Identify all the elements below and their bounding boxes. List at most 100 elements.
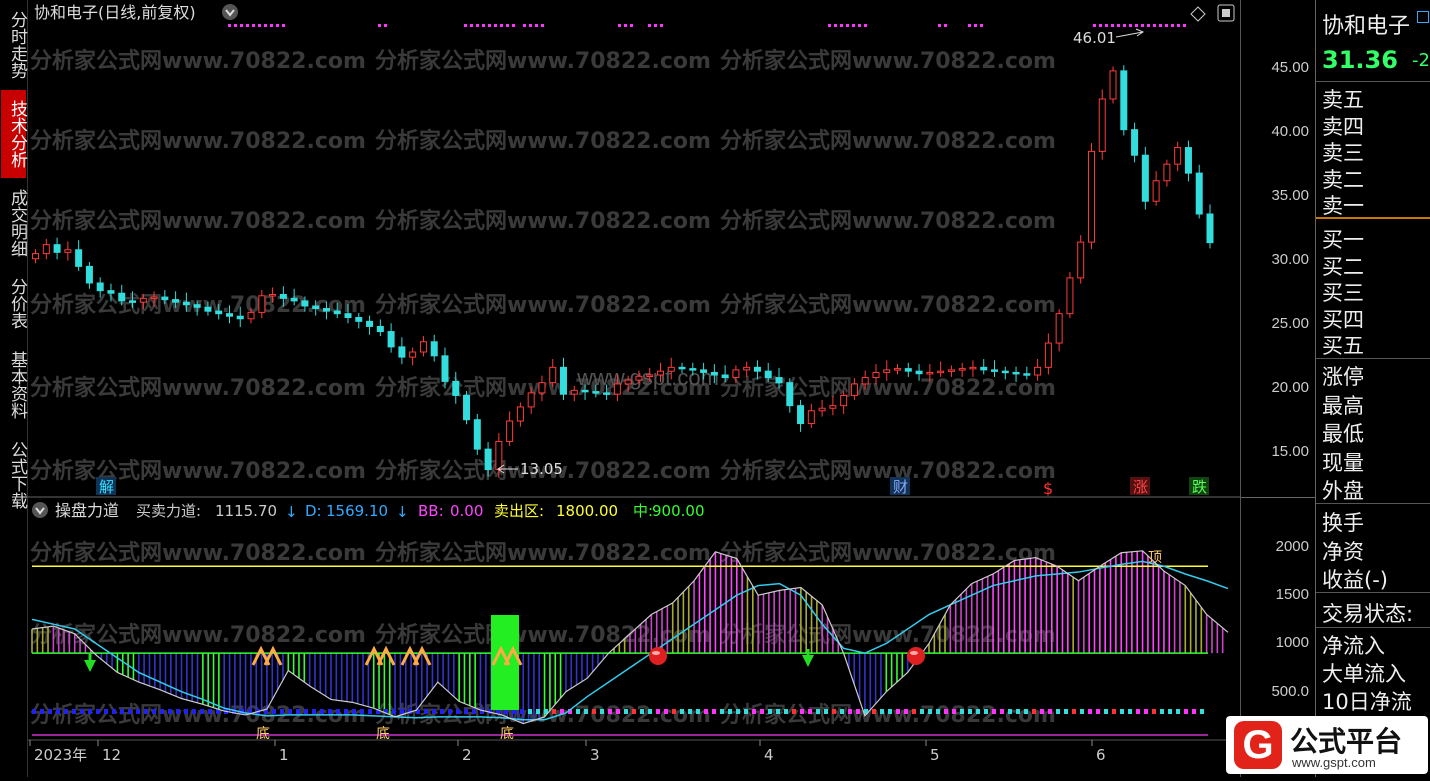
signal-dot [840, 24, 843, 27]
candle-body [139, 297, 147, 303]
baseline-dot [808, 709, 812, 714]
signal-dot [282, 24, 285, 27]
candle-body [1141, 154, 1149, 202]
candle-body [301, 300, 309, 307]
stat-row: 外盘 [1322, 479, 1364, 503]
candle-body [700, 369, 708, 373]
indicator-name[interactable]: 操盘力道 [55, 501, 119, 520]
chart-canvas[interactable]: 分析家公式网www.70822.com 分析家公式网www.70822.com 分析… [28, 0, 1240, 777]
signal-dot [1183, 24, 1186, 27]
candle-body [182, 301, 190, 306]
title-dropdown-icon[interactable] [222, 4, 238, 20]
baseline-dot [288, 709, 292, 714]
tab-formula-download[interactable]: 公式下载 [1, 432, 27, 518]
candle-body [527, 392, 535, 408]
candle-body [269, 294, 277, 297]
baseline-dot [664, 709, 668, 714]
indicator-dropdown-icon[interactable] [32, 502, 48, 518]
baseline-dot [96, 709, 100, 714]
signal-dot [1177, 24, 1180, 27]
event-marker-dollar[interactable]: $ [1043, 479, 1053, 498]
baseline-dot [344, 709, 348, 714]
baseline-dot [48, 709, 52, 714]
baseline-dot [176, 709, 180, 714]
baseline-dot [760, 709, 764, 714]
x-tick-label: 1 [279, 746, 289, 764]
signal-dot [654, 24, 657, 27]
baseline-dot [336, 709, 340, 714]
candle-body [376, 325, 384, 333]
watermark-text: 分析家公式网www.70822.com [30, 128, 366, 154]
watermark-text: 分析家公式网www.70822.com [30, 375, 366, 401]
signal-dot [858, 24, 861, 27]
baseline-dot [128, 709, 132, 714]
order-book-buy-row: 买四 [1322, 307, 1364, 332]
x-tick-label: 6 [1096, 746, 1106, 764]
baseline-dot [1040, 709, 1044, 714]
tab-price-table[interactable]: 分价表 [1, 268, 27, 338]
baseline-dot [776, 709, 780, 714]
candle-body [322, 308, 330, 312]
baseline-dot [592, 709, 596, 714]
baseline-dot [392, 709, 396, 714]
baseline-dot [184, 709, 188, 714]
tab-trade-details[interactable]: 成交明细 [1, 180, 27, 266]
expand-icon[interactable] [1417, 11, 1429, 23]
baseline-dot [632, 709, 636, 714]
baseline-dot [1144, 709, 1148, 714]
candle-body [1195, 172, 1203, 215]
main-chart-title: 协和电子(日线,前复权) [34, 3, 196, 22]
y-tick-label: 1000 [1275, 634, 1309, 652]
bb-label: BB: [418, 502, 444, 520]
signal-dot [1135, 24, 1138, 27]
signal-dot [500, 24, 503, 27]
signal-dot [270, 24, 273, 27]
watermark-text: 分析家公式网www.70822.com [720, 48, 1056, 74]
signal-dot [1129, 24, 1132, 27]
watermark-text: 分析家公式网www.70822.com [375, 292, 711, 318]
baseline-dot [472, 709, 476, 714]
tab-technical-analysis[interactable]: 技术分析 [1, 90, 27, 178]
sell-zone-label: 卖出区: [494, 502, 544, 520]
window-restore-inner-icon [1222, 9, 1230, 17]
baseline-dot [200, 709, 204, 714]
baseline-dot [536, 709, 540, 714]
candle-body [85, 265, 93, 284]
signal-dot [523, 24, 526, 27]
candle-body [872, 371, 880, 379]
y-tick-label: 500.0 [1271, 682, 1309, 700]
candle-body [915, 370, 923, 375]
candle-body [549, 366, 557, 384]
baseline-dot [720, 709, 724, 714]
baseline-dot [752, 709, 756, 714]
signal-dot [482, 24, 485, 27]
candle-body [753, 366, 761, 372]
candle-body [409, 351, 417, 358]
baseline-dot [1128, 709, 1132, 714]
candle-body [1044, 342, 1052, 368]
candle-body [947, 369, 955, 372]
signal-dot [1099, 24, 1102, 27]
watermark-text: 分析家公式网www.70822.com [375, 540, 711, 566]
signal-dot [506, 24, 509, 27]
candle-body [937, 370, 945, 374]
baseline-dot [1192, 709, 1196, 714]
baseline-dot [304, 709, 308, 714]
x-tick-label: 2023年 [34, 746, 87, 764]
candle-body [581, 389, 589, 393]
signal-dot [384, 24, 387, 27]
candle-body [96, 282, 104, 292]
candle-body [344, 313, 352, 318]
tab-fundamentals[interactable]: 基本资料 [1, 342, 27, 428]
diamond-icon[interactable] [1190, 6, 1206, 22]
logo-url: www.gspt.com [1292, 755, 1376, 770]
baseline-dot [112, 709, 116, 714]
candle-body [225, 313, 233, 317]
candle-body [312, 305, 320, 310]
y-tick-label: 25.00 [1271, 314, 1309, 332]
baseline-dot [440, 709, 444, 714]
tab-intraday[interactable]: 分时走势 [1, 2, 27, 88]
candle-body [398, 346, 406, 358]
baseline-dot [856, 709, 860, 714]
candle-body [592, 391, 600, 394]
